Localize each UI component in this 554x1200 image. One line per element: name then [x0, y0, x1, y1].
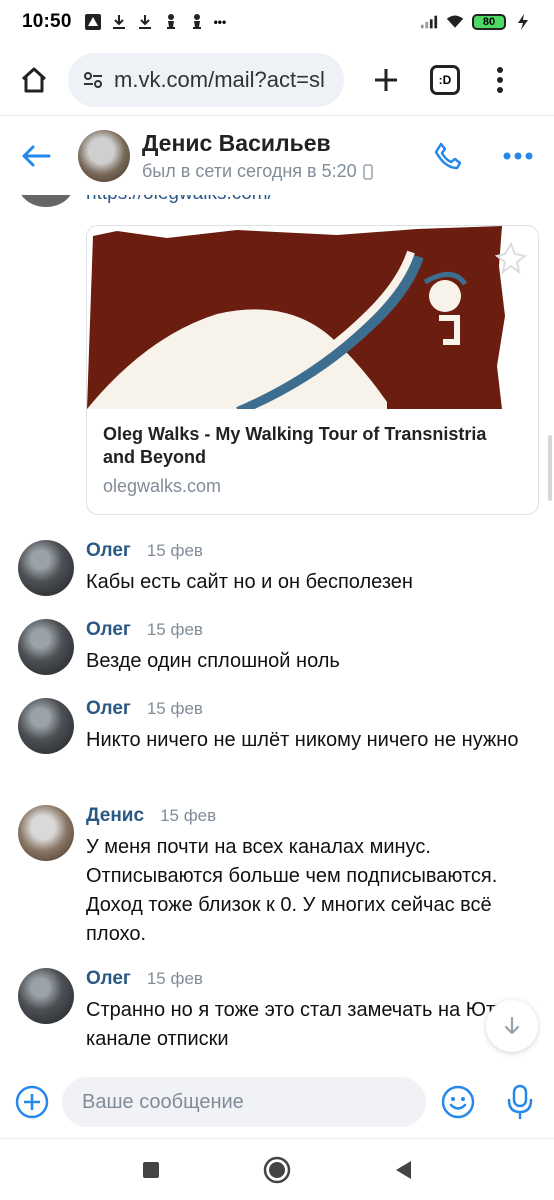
browser-menu-button[interactable] [490, 62, 510, 98]
battery-indicator: 80 [472, 14, 506, 30]
message-text: У меня почти на всех каналах минус. Отпи… [86, 836, 498, 945]
message-link[interactable]: https://olegwalks.com/ [86, 195, 273, 205]
link-preview-card[interactable]: Oleg Walks - My Walking Tour of Transnis… [86, 225, 539, 515]
message-date: 15 фев [146, 541, 203, 560]
scroll-to-bottom-button[interactable] [486, 1000, 538, 1052]
message-date: 15 фев [146, 969, 203, 988]
chess-pawn-icon [188, 13, 206, 31]
sender-avatar[interactable] [18, 540, 74, 596]
site-settings-icon [84, 71, 102, 88]
browser-toolbar: m.vk.com/mail?act=sl :D [0, 44, 554, 116]
message-list[interactable]: https://olegwalks.com/ Oleg Walks - My W… [0, 195, 554, 1065]
circle-icon [263, 1156, 291, 1183]
voice-message-button[interactable] [502, 1084, 538, 1120]
call-button[interactable] [428, 136, 468, 176]
tabs-switcher-button[interactable]: :D [430, 64, 460, 95]
horizontal-dots-icon [503, 152, 533, 160]
link-preview-title: Oleg Walks - My Walking Tour of Transnis… [103, 424, 487, 467]
message-text: Никто ничего не шлёт никому ничего не ну… [86, 729, 519, 751]
message-header: Олег 15 фев [86, 619, 203, 641]
home-icon [21, 67, 47, 92]
message-author[interactable]: Олег [86, 968, 131, 990]
message-text: Везде один сплошной ноль [86, 650, 340, 672]
message-author[interactable]: Олег [86, 619, 131, 641]
arrow-down-icon [504, 1016, 520, 1035]
contact-name: Денис Васильев [142, 130, 331, 156]
more-notifications-icon: ••• [213, 15, 227, 29]
microphone-icon [507, 1084, 533, 1120]
message-author[interactable]: Денис [86, 805, 144, 827]
download-icon [110, 13, 128, 31]
smile-icon [441, 1085, 475, 1119]
contact-info[interactable]: Денис Васильев был в сети сегодня в 5:20 [142, 130, 373, 182]
back-button[interactable] [16, 136, 56, 176]
wifi-icon [446, 13, 464, 31]
status-bar: 10:50 ••• 80 [0, 0, 554, 44]
chess-pawn-icon [162, 13, 180, 31]
message-input[interactable] [62, 1077, 426, 1127]
message-header: Олег 15 фев [86, 968, 203, 990]
charging-icon [514, 13, 532, 31]
mobile-device-icon [362, 163, 373, 180]
triangle-back-icon [396, 1160, 411, 1179]
message-date: 15 фев [160, 806, 217, 825]
message-header: Денис 15 фев [86, 805, 216, 827]
sender-avatar[interactable] [18, 805, 74, 861]
link-preview-image [87, 226, 538, 409]
status-notification-icons: ••• [84, 13, 227, 31]
recents-button[interactable] [136, 1155, 166, 1185]
arrow-left-icon [22, 145, 51, 167]
vertical-dots-icon [497, 66, 503, 93]
signal-icon [420, 13, 438, 31]
scrollbar[interactable] [548, 435, 552, 501]
oleg-walks-logo-image [87, 226, 528, 409]
url-text: m.vk.com/mail?act=sl [114, 66, 325, 92]
back-nav-button[interactable] [388, 1155, 418, 1185]
emoji-button[interactable] [440, 1084, 476, 1120]
download-icon [136, 13, 154, 31]
message-author[interactable]: Олег [86, 698, 131, 720]
app-notification-icon [84, 13, 102, 31]
message-header: Олег 15 фев [86, 698, 203, 720]
link-preview-domain: olegwalks.com [103, 476, 222, 496]
home-nav-button[interactable] [262, 1155, 292, 1185]
message-text: Кабы есть сайт но и он бесполезен [86, 571, 413, 593]
status-right: 80 [420, 13, 532, 31]
plus-icon [375, 68, 397, 91]
last-seen-text: был в сети сегодня в 5:20 [142, 161, 357, 181]
sender-avatar[interactable] [18, 619, 74, 675]
message-author[interactable]: Олег [86, 540, 131, 562]
sender-avatar[interactable] [18, 968, 74, 1024]
phone-icon [434, 142, 462, 170]
sender-avatar[interactable] [18, 698, 74, 754]
system-navigation-bar [0, 1138, 554, 1200]
partial-avatar [18, 195, 74, 207]
chat-header: Денис Васильев был в сети сегодня в 5:20 [0, 117, 554, 195]
status-time: 10:50 [22, 11, 72, 32]
message-date: 15 фев [146, 699, 203, 718]
square-icon [143, 1161, 159, 1178]
address-bar[interactable]: m.vk.com/mail?act=sl [68, 52, 344, 107]
message-text: Странно но я тоже это стал замечать на Ю… [86, 999, 518, 1050]
message-date: 15 фев [146, 620, 203, 639]
plus-circle-icon [15, 1085, 49, 1119]
attach-button[interactable] [14, 1084, 50, 1120]
contact-avatar[interactable] [78, 130, 130, 182]
home-button[interactable] [14, 60, 54, 100]
more-options-button[interactable] [498, 136, 538, 176]
new-tab-button[interactable] [368, 62, 404, 98]
message-composer [0, 1066, 554, 1138]
contact-status: был в сети сегодня в 5:20 [142, 161, 373, 182]
message-header: Олег 15 фев [86, 540, 203, 562]
